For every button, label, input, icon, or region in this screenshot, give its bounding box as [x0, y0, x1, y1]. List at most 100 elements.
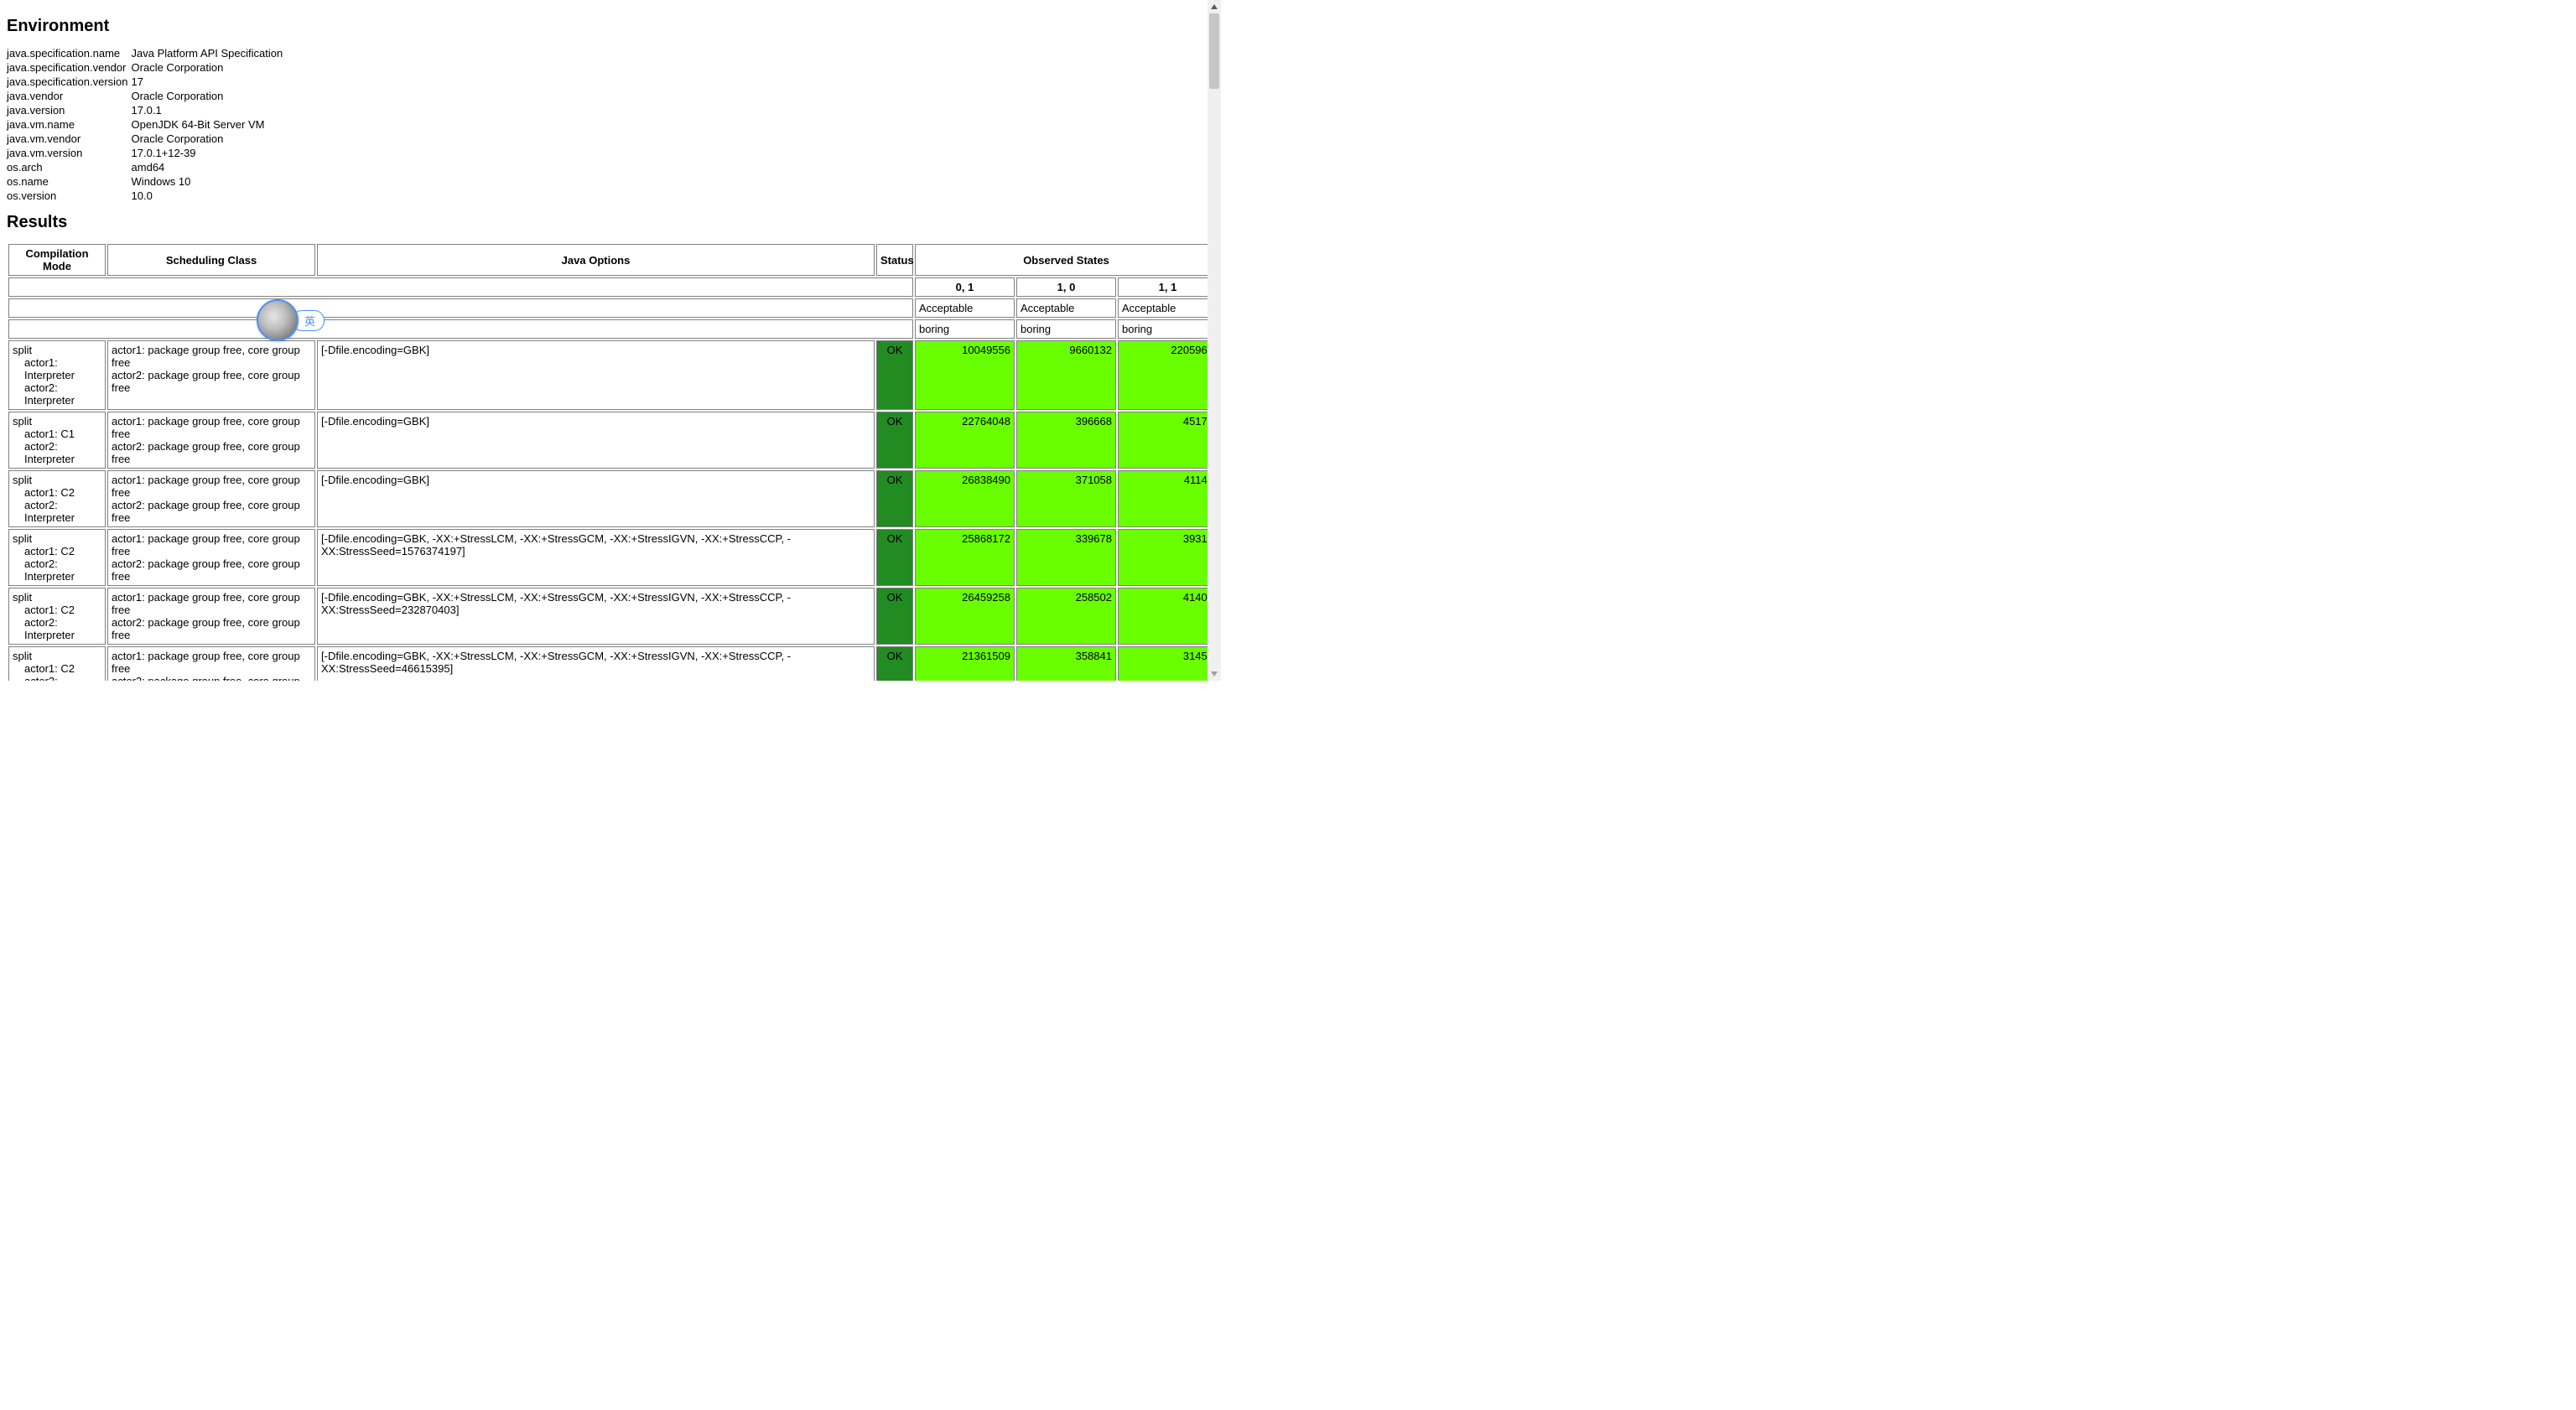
- observed-count-cell: 26459258: [915, 588, 1015, 645]
- obs-expect-2: Acceptable: [1118, 298, 1218, 318]
- comp-top: split: [13, 650, 101, 662]
- status-cell: OK: [876, 340, 913, 410]
- observed-count-cell: 25868172: [915, 529, 1015, 586]
- comp-actor2: actor2: Interpreter: [13, 616, 101, 641]
- env-key: os.name: [7, 174, 132, 189]
- comp-actor1: actor1: Interpreter: [13, 356, 101, 381]
- status-cell: OK: [876, 588, 913, 645]
- comp-actor1: actor1: C2: [13, 604, 101, 616]
- comp-actor1: actor1: C2: [13, 545, 101, 557]
- observed-count-cell: 258502: [1016, 588, 1116, 645]
- table-row: splitactor1: C2actor2: Interpreteractor1…: [8, 646, 1218, 681]
- sched-line2: actor2: package group free, core group f…: [112, 440, 311, 465]
- sched-line2: actor2: package group free, core group f…: [112, 369, 311, 394]
- env-row: os.archamd64: [7, 160, 286, 174]
- env-row: java.vendorOracle Corporation: [7, 89, 286, 103]
- observed-count-cell: 371058: [1016, 470, 1116, 527]
- obs-interest-2: boring: [1118, 319, 1218, 339]
- observed-count-cell: 41408: [1118, 588, 1218, 645]
- sched-line1: actor1: package group free, core group f…: [112, 474, 311, 499]
- observed-count-cell: 21361509: [915, 646, 1015, 681]
- obs-interest-1: boring: [1016, 319, 1116, 339]
- observed-count-cell: 339678: [1016, 529, 1116, 586]
- env-row: java.specification.nameJava Platform API…: [7, 46, 286, 60]
- scheduling-class-cell: actor1: package group free, core group f…: [107, 529, 315, 586]
- comp-top: split: [13, 532, 101, 545]
- scrollbar-arrow-up-icon[interactable]: [1208, 0, 1221, 13]
- obs-header-1: 1, 0: [1016, 277, 1116, 297]
- table-row: splitactor1: Interpreteractor2: Interpre…: [8, 340, 1218, 410]
- status-cell: OK: [876, 646, 913, 681]
- env-key: java.vm.vendor: [7, 132, 132, 146]
- env-row: java.vm.version17.0.1+12-39: [7, 146, 286, 160]
- sched-line1: actor1: package group free, core group f…: [112, 532, 311, 557]
- results-heading: Results: [7, 213, 1214, 232]
- scheduling-class-cell: actor1: package group free, core group f…: [107, 646, 315, 681]
- observed-count-cell: 358841: [1016, 646, 1116, 681]
- scrollbar-thumb[interactable]: [1209, 13, 1219, 89]
- col-observed-states: Observed States: [915, 244, 1218, 276]
- observed-count-cell: 9660132: [1016, 340, 1116, 410]
- env-row: os.nameWindows 10: [7, 174, 286, 189]
- java-options-cell: [-Dfile.encoding=GBK, -XX:+StressLCM, -X…: [317, 646, 875, 681]
- sched-line1: actor1: package group free, core group f…: [112, 344, 311, 369]
- java-options-cell: [-Dfile.encoding=GBK]: [317, 470, 875, 527]
- spacer-row-3: [8, 319, 913, 339]
- status-cell: OK: [876, 529, 913, 586]
- table-row: splitactor1: C2actor2: Interpreter actor1…: [8, 588, 1218, 645]
- vertical-scrollbar[interactable]: [1208, 0, 1221, 681]
- observed-count-cell: 41140: [1118, 470, 1218, 527]
- spacer-row-1: [8, 277, 913, 297]
- env-value: 17.0.1+12-39: [132, 146, 287, 160]
- env-key: java.specification.version: [7, 75, 132, 89]
- env-key: java.vm.name: [7, 117, 132, 132]
- sched-line2: actor2: package group free, core group f…: [112, 616, 311, 641]
- obs-expect-0: Acceptable: [915, 298, 1015, 318]
- environment-table: java.specification.nameJava Platform API…: [7, 46, 286, 203]
- sched-line1: actor1: package group free, core group f…: [112, 591, 311, 616]
- comp-actor2: actor2: Interpreter: [13, 499, 101, 524]
- env-value: amd64: [132, 160, 287, 174]
- java-options-cell: [-Dfile.encoding=GBK, -XX:+StressLCM, -X…: [317, 529, 875, 586]
- sched-line2: actor2: package group free, core group f…: [112, 499, 311, 524]
- compilation-mode-cell: splitactor1: C2actor2: Interpreter: [8, 646, 106, 681]
- comp-top: split: [13, 415, 101, 428]
- comp-actor2: actor2: Interpreter: [13, 381, 101, 407]
- env-value: Windows 10: [132, 174, 287, 189]
- compilation-mode-cell: splitactor1: C2actor2: Interpreter: [8, 529, 106, 586]
- comp-top: split: [13, 474, 101, 486]
- col-scheduling-class: Scheduling Class: [107, 244, 315, 276]
- env-row: java.vm.nameOpenJDK 64-Bit Server VM: [7, 117, 286, 132]
- env-key: java.vendor: [7, 89, 132, 103]
- env-value: 17: [132, 75, 287, 89]
- results-table: Compilation Mode Scheduling Class Java O…: [7, 242, 1219, 681]
- comp-top: split: [13, 591, 101, 604]
- sched-line1: actor1: package group free, core group f…: [112, 650, 311, 675]
- scheduling-class-cell: actor1: package group free, core group f…: [107, 470, 315, 527]
- env-key: os.version: [7, 189, 132, 203]
- comp-top: split: [13, 344, 101, 356]
- observed-count-cell: 396668: [1016, 412, 1116, 469]
- obs-header-0: 0, 1: [915, 277, 1015, 297]
- obs-interest-0: boring: [915, 319, 1015, 339]
- comp-actor2: actor2: Interpreter: [13, 440, 101, 465]
- comp-actor2: actor2: Interpreter: [13, 675, 101, 681]
- java-options-cell: [-Dfile.encoding=GBK]: [317, 340, 875, 410]
- environment-heading: Environment: [7, 17, 1214, 36]
- observed-count-cell: 39318: [1118, 529, 1218, 586]
- sched-line2: actor2: package group free, core group f…: [112, 557, 311, 583]
- scheduling-class-cell: actor1: package group free, core group f…: [107, 412, 315, 469]
- env-value: 10.0: [132, 189, 287, 203]
- compilation-mode-cell: splitactor1: Interpreteractor2: Interpre…: [8, 340, 106, 410]
- env-value: OpenJDK 64-Bit Server VM: [132, 117, 287, 132]
- scheduling-class-cell: actor1: package group free, core group f…: [107, 340, 315, 410]
- env-value: Oracle Corporation: [132, 89, 287, 103]
- table-row: splitactor1: C2actor2: Interpreteractor1…: [8, 470, 1218, 527]
- env-row: java.specification.vendorOracle Corporat…: [7, 60, 286, 75]
- col-status: Status: [876, 244, 913, 276]
- env-row: java.specification.version17: [7, 75, 286, 89]
- env-key: java.vm.version: [7, 146, 132, 160]
- scrollbar-arrow-down-icon[interactable]: [1208, 667, 1221, 681]
- compilation-mode-cell: splitactor1: C2actor2: Interpreter: [8, 470, 106, 527]
- observed-count-cell: 10049556: [915, 340, 1015, 410]
